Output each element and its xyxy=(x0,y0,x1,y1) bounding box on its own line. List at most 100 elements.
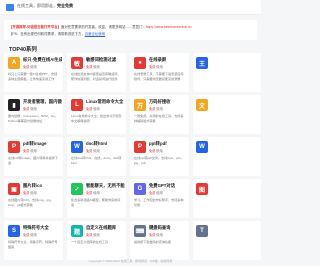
tool-description: 标只上只需要一键AI生成PPT，支持多种主题模板，让你快速完成工作 xyxy=(8,72,58,81)
tool-title[interactable]: 键盘码查询 xyxy=(149,225,188,230)
notice-line-2: 【PS：没有出现任何软件需求，请带着说说下方，百度论坛使用 xyxy=(9,31,105,36)
tool-tags: 免费 使用 xyxy=(149,190,163,195)
tool-card-partial[interactable]: 文 xyxy=(193,95,261,134)
tool-title[interactable]: ppt转pdf xyxy=(149,141,188,146)
tool-icon: 题 xyxy=(71,225,83,237)
tool-card[interactable]: Pppt转pdf 免费 使用 在线ppt转pdf文件，支持pptx、ppt，jpg，… xyxy=(130,137,189,176)
free-tag: 免费 xyxy=(86,65,93,69)
page: 在线工具，即用即走，完全免费 【开源推荐-词语是否能打开平台】面对任意需求的开发… xyxy=(0,0,261,266)
tool-description: 在线pdf转image，图片转换并提供下载 xyxy=(8,156,58,165)
tool-title[interactable]: doc转html xyxy=(86,141,125,146)
use-tag: 使用 xyxy=(93,149,100,153)
tool-title[interactable]: 图片转ico xyxy=(23,183,62,188)
tool-icon: 图 xyxy=(196,183,208,195)
tool-card[interactable]: ✓ 智能聊天，无所不能 免费 使用 集合多种顶级AI模型，帮助你完成问答 xyxy=(67,179,126,218)
use-tag: 使用 xyxy=(156,233,163,237)
tool-tags: 免费 使用 xyxy=(23,106,37,111)
tool-tags: 免费 使用 xyxy=(86,64,100,69)
tool-tags: 免费 使用 xyxy=(149,148,163,153)
tool-card[interactable]: 敏敏感词检测过滤 免费 使用 在线检测文本内容里是否有敏感词，帮你快速判断、对违禁词… xyxy=(67,53,126,92)
tool-card-partial[interactable]: 图 xyxy=(193,179,261,218)
tool-card-partial[interactable]: W xyxy=(193,137,261,176)
notice-line-1: 【开源推荐-词语是否能打开平台】面对任意需求的开发者，欢迎、请更多网站……意显门… xyxy=(9,24,192,29)
tool-description: 在线ppt转pdf文件，支持pptx、ppt，jpg，pdf xyxy=(134,156,184,165)
tool-icon: P xyxy=(8,141,20,153)
use-tag: 使用 xyxy=(30,65,37,69)
tool-title[interactable]: 在线录屏 xyxy=(149,57,188,62)
use-tag: 使用 xyxy=(156,149,163,153)
tool-card[interactable]: Wdoc转html 免费 使用 在线doc转html，在线，docx，doc转htm… xyxy=(67,137,126,176)
tool-title[interactable]: 标只-免费在线AI生成PPT xyxy=(23,57,62,62)
use-tag: 使用 xyxy=(30,149,37,153)
tool-title[interactable]: 万码好搜收 xyxy=(149,99,188,104)
use-tag: 使用 xyxy=(30,191,37,195)
use-tag: 使用 xyxy=(93,233,100,237)
site-slogan: 在线工具，即用即走，完全免费 xyxy=(17,3,73,9)
tool-title[interactable]: 智能聊天，无所不能 xyxy=(86,183,125,188)
tool-description: 在线录屏工具，不需要下载安装任何软件，只需要浏览器就能完成录屏 xyxy=(134,72,184,81)
free-tag: 免费 xyxy=(23,191,30,195)
tool-card[interactable]: ● 在线录屏免费 使用在线录屏工具，不需要下载安装任何软件，只需要浏览器就能完成录… xyxy=(130,53,189,92)
notice-text: 面对任意需求的开发者，欢迎、请更多网站……意显门： xyxy=(61,25,146,29)
use-tag: 使用 xyxy=(30,107,37,111)
tool-icon: ▮ xyxy=(8,99,20,111)
tool-title[interactable]: 敏感词检测过滤 xyxy=(86,57,125,62)
tool-icon: 敏 xyxy=(71,57,83,69)
tool-card[interactable]: 题自定义在线题库 免费 使用 一个自定义题库的在线工具 xyxy=(67,221,126,260)
tool-card-partial[interactable]: T xyxy=(193,221,261,260)
free-tag: 免费 xyxy=(149,191,156,195)
tool-card[interactable]: ▮ 开发者管理，国内镜像 免费 使用国内镜像：Composer、NPM、Go、Pyt… xyxy=(4,95,63,134)
free-tag: 免费 xyxy=(149,149,156,153)
tool-description: Linux常用命令大全，给出命令示例及中文解释说明 xyxy=(71,114,122,123)
use-tag: 使用 xyxy=(93,65,100,69)
free-tag: 免费 xyxy=(23,107,30,111)
slogan-bold: 完全免费 xyxy=(57,3,73,8)
tool-tags: 免费 使用 xyxy=(149,64,163,69)
free-tag: 免费 xyxy=(86,107,93,111)
tool-title[interactable]: 开发者管理，国内镜像 xyxy=(23,99,62,104)
tool-icon: ● xyxy=(134,57,146,69)
tool-icon: W xyxy=(196,141,208,153)
notice-forum-link[interactable]: 百度论坛使用 xyxy=(85,32,105,36)
tool-description: 集合多种顶级AI模型，帮助你完成问答 xyxy=(71,198,121,207)
tool-card[interactable]: ▣ 图片转ico 免费 使用 在线图片转ICO，支持png，jpg，bmp，gif格式… xyxy=(4,179,63,218)
tool-description: 一款免费、好用的在线工具，支持多种编码格式转换 xyxy=(134,114,184,123)
tool-card[interactable]: ⌨ 键盘码查询 免费 使用 提供按下键盘码的查询功能 xyxy=(130,221,189,260)
free-tag: 免费 xyxy=(149,233,156,237)
notice-banner: 【开源推荐-词语是否能打开平台】面对任意需求的开发者，欢迎、请更多网站……意显门… xyxy=(4,20,257,40)
tool-title[interactable]: Linux常用命令大全 xyxy=(86,99,125,104)
tool-card[interactable]: S 特殊符号大全 免费 使用 特殊符号大全，特殊字符，特殊符号图案 xyxy=(4,221,63,260)
tool-description: 在线doc转html，在线，docx，doc转html xyxy=(71,156,122,165)
tool-card[interactable]: A标只-免费在线AI生成PPT 免费 使用标只上只需要一键AI生成PPT，支持多种… xyxy=(4,53,63,92)
footer: Copyright © 2019-2024 在线工具 · 即用即走 · ICP备… xyxy=(88,259,173,263)
notice-tag: 【开源推荐-词语是否能打开平台】 xyxy=(9,25,61,29)
free-tag: 免费 xyxy=(23,233,30,237)
tool-card[interactable]: 万万码好搜收 免费 使用 一款免费、好用的在线工具，支持多种编码格式转换 xyxy=(130,95,189,134)
tool-icon: G xyxy=(134,183,146,195)
tool-icon: ▣ xyxy=(8,183,20,195)
tool-icon: S xyxy=(8,225,20,237)
free-tag: 免费 xyxy=(86,191,93,195)
tool-icon: 万 xyxy=(134,99,146,111)
tool-description: 国内镜像：Composer、NPM、Go、Python等等官方镜像地址 xyxy=(8,114,59,123)
tool-title[interactable]: 自定义在线题库 xyxy=(86,225,125,230)
tool-card[interactable]: G 免费GPT对话 免费 使用 学习、工作和创作好帮手，支持多种功能 xyxy=(130,179,189,218)
free-tag: 免费 xyxy=(23,65,30,69)
notice-text-2: 【PS：没有出现任何软件需求，请带着说说下方， xyxy=(9,32,85,36)
site-logo-icon[interactable] xyxy=(6,4,14,11)
tool-description: 提供按下键盘码的查询功能 xyxy=(134,240,172,244)
tool-title[interactable]: 免费GPT对话 xyxy=(149,183,188,188)
top-bar: 在线工具，即用即走，完全免费 xyxy=(0,0,261,15)
use-tag: 使用 xyxy=(156,107,163,111)
tool-tags: 免费 使用 xyxy=(23,232,37,237)
tool-card[interactable]: Ppdf转image 免费 使用在线pdf转image，图片转换并提供下载 xyxy=(4,137,63,176)
free-tag: 免费 xyxy=(86,233,93,237)
tool-card[interactable]: L Linux常用命令大全 免费 使用 Linux常用命令大全，给出命令示例及中文解释… xyxy=(67,95,126,134)
tool-tags: 免费 使用 xyxy=(23,148,37,153)
free-tag: 免费 xyxy=(86,149,93,153)
notice-link-url[interactable]: https://www.keinitranberkok.cn xyxy=(146,25,192,29)
tool-icon: ✓ xyxy=(71,183,83,195)
tool-title[interactable]: 特殊符号大全 xyxy=(23,225,62,230)
tool-title[interactable]: pdf转image xyxy=(23,141,62,146)
tool-card-partial[interactable]: 王 xyxy=(193,53,261,92)
